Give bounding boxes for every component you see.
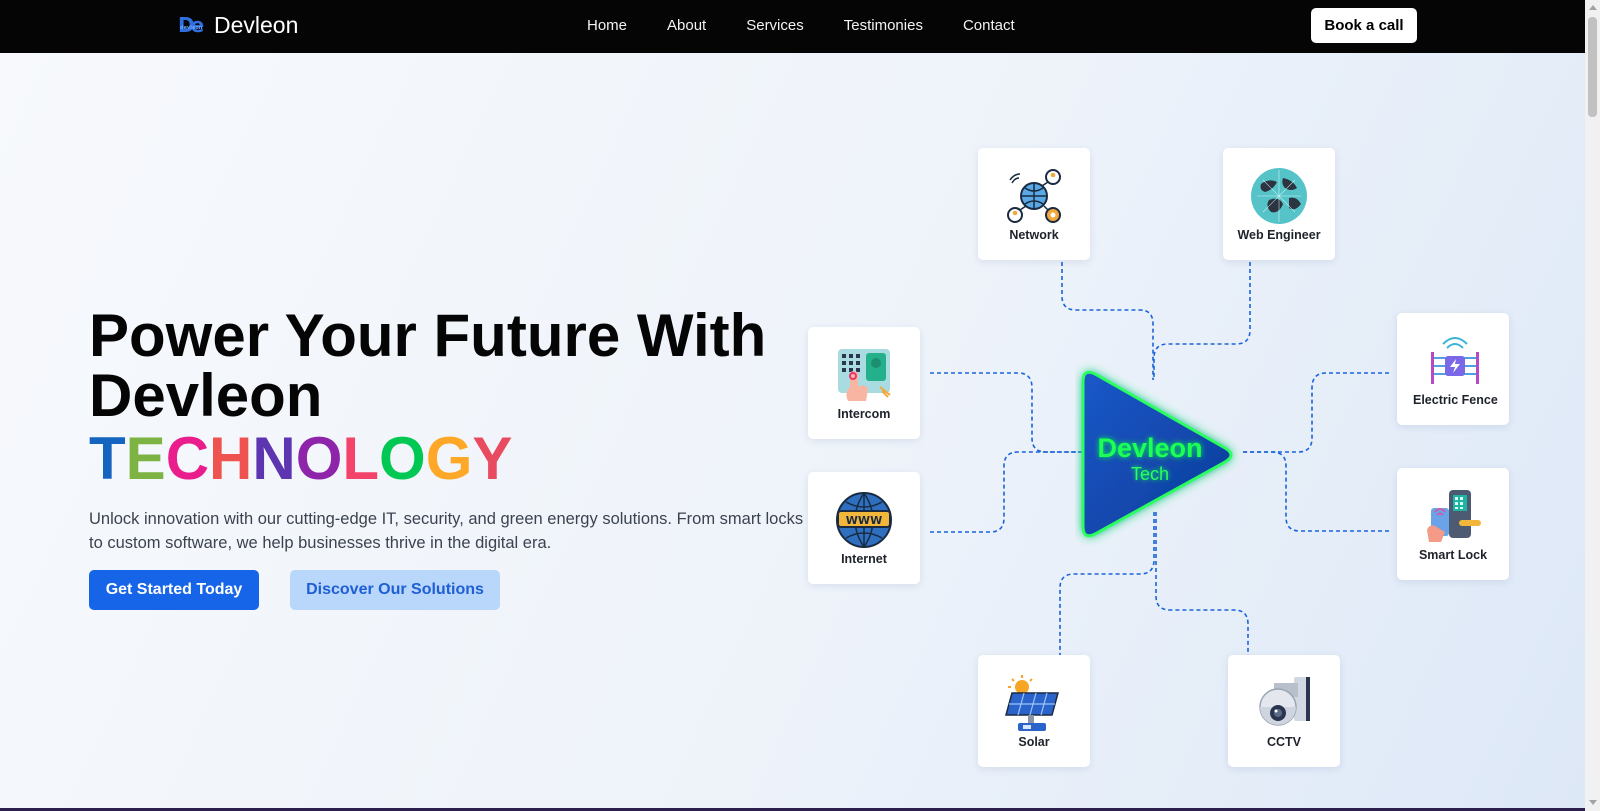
smart-lock-icon [1427,490,1481,542]
service-label-smart-lock: Smart Lock [1418,548,1488,562]
service-card-electric-fence[interactable]: Electric Fence [1397,313,1509,425]
service-label-electric-fence: Electric Fence [1413,393,1498,407]
nav-contact[interactable]: Contact [963,17,1015,34]
service-card-smart-lock[interactable]: Smart Lock [1397,468,1509,580]
highlight-letter: O [379,425,426,492]
logo-mark-icon: De devleon [178,13,206,39]
highlight-letter: O [295,425,343,492]
service-label-internet: Internet [841,552,887,566]
nav-home[interactable]: Home [587,17,627,34]
svg-text:WWW: WWW [846,514,882,527]
discover-solutions-button[interactable]: Discover Our Solutions [290,570,500,610]
book-call-button[interactable]: Book a call [1311,8,1417,43]
electric-fence-icon [1431,337,1479,384]
center-brand-title: Devleon [1097,433,1203,463]
www-globe-icon: WWW [836,492,892,548]
center-brand-subtitle: Tech [1130,464,1170,484]
highlight-letter: G [425,425,473,492]
scroll-up-arrow-icon[interactable] [1589,5,1597,10]
network-icon [1007,169,1061,223]
service-card-cctv[interactable]: CCTV [1228,655,1340,767]
intercom-icon [838,349,891,401]
highlight-letter: Y [472,425,513,492]
service-label-intercom: Intercom [837,407,891,421]
highlight-letter: E [125,425,166,492]
nav-services[interactable]: Services [746,17,804,34]
navbar: De devleon Devleon Home About Services T… [0,0,1585,53]
highlight-letter: N [252,425,296,492]
logo-mark-subtext: devleon [180,24,203,31]
highlight-letter: C [165,425,210,492]
globe-icon [1251,168,1307,224]
brand-logo[interactable]: De devleon Devleon [178,12,298,39]
brand-name: Devleon [214,12,299,38]
service-card-solar[interactable]: Solar [978,655,1090,767]
main-nav: Home About Services Testimonies Contact [587,17,1055,34]
highlight-letter: H [209,425,253,492]
center-brand: Devleon Tech [1080,433,1220,485]
hero-headline: Power Your Future With Devleon [89,302,767,429]
page-scrollbar[interactable] [1585,0,1600,811]
service-card-internet[interactable]: WWW Internet [808,472,920,584]
nav-testimonies[interactable]: Testimonies [844,17,923,34]
service-card-intercom[interactable]: Intercom [808,327,920,439]
hero-highlight-word: TECHNOLOGY [89,424,512,494]
solar-panel-icon [1005,675,1059,731]
service-label-web-engineer: Web Engineer [1237,228,1321,242]
service-card-web-engineer[interactable]: Web Engineer [1223,148,1335,260]
service-card-network[interactable]: Network [978,148,1090,260]
scroll-thumb[interactable] [1588,17,1597,117]
nav-about[interactable]: About [667,17,706,34]
service-label-solar: Solar [1018,735,1050,749]
get-started-button[interactable]: Get Started Today [89,570,259,610]
service-label-network: Network [1009,228,1059,242]
highlight-letter: T [89,425,126,492]
service-label-cctv: CCTV [1266,735,1302,749]
cctv-camera-icon [1259,677,1310,726]
hero-lead-text: Unlock innovation with our cutting-edge … [89,510,804,552]
highlight-letter: L [342,425,380,492]
scroll-down-arrow-icon[interactable] [1589,800,1597,805]
